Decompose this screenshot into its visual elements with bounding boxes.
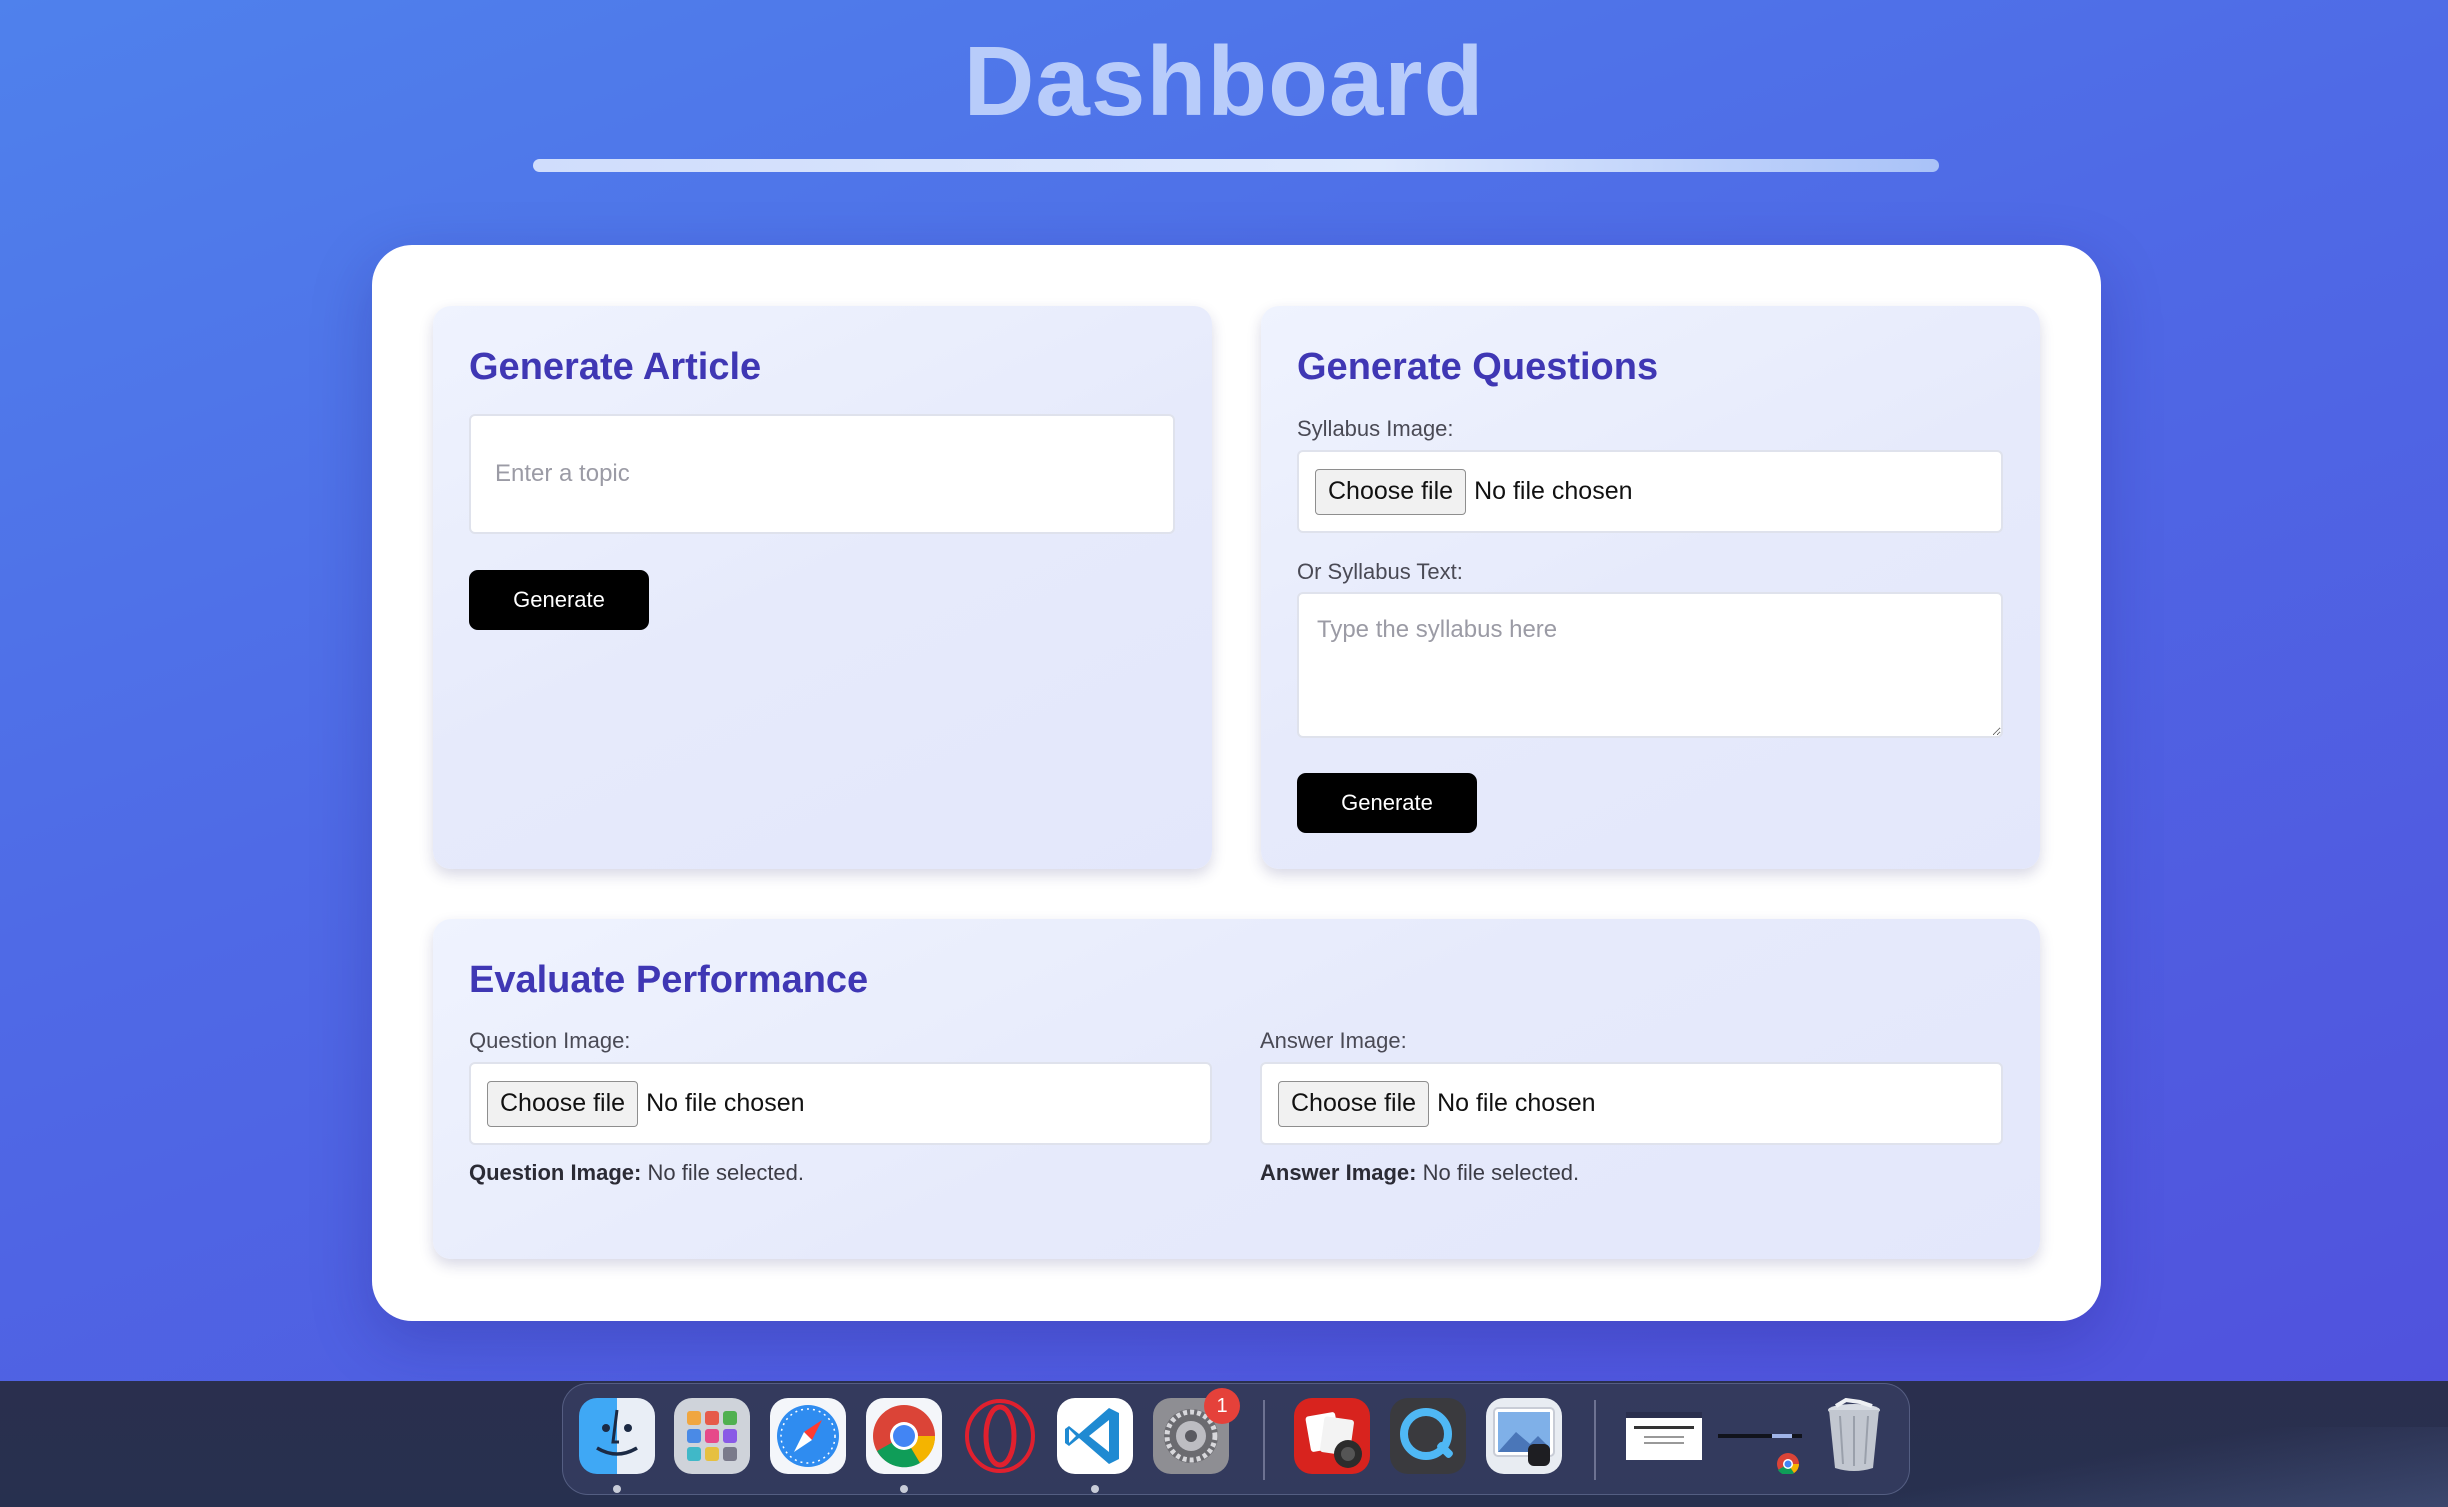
trash-icon[interactable] <box>1816 1398 1892 1474</box>
syllabus-image-file-input[interactable]: Choose file No file chosen <box>1297 450 2003 533</box>
opera-icon[interactable] <box>962 1398 1038 1474</box>
generate-article-button[interactable]: Generate <box>469 570 649 630</box>
main-card: Generate Article Generate Generate Quest… <box>372 245 2101 1321</box>
photo-booth-icon[interactable] <box>1294 1398 1370 1474</box>
answer-selected-label: Answer Image: <box>1260 1160 1417 1185</box>
finder-running-dot <box>613 1485 621 1493</box>
evaluate-performance-title: Evaluate Performance <box>469 959 869 1001</box>
chrome-running-dot <box>900 1485 908 1493</box>
dock-separator <box>1594 1400 1596 1480</box>
syllabus-file-status: No file chosen <box>1474 477 1633 505</box>
answer-selected-value: No file selected. <box>1422 1160 1580 1185</box>
question-selected-label: Question Image: <box>469 1160 642 1185</box>
question-image-file-input[interactable]: Choose file No file chosen <box>469 1062 1212 1145</box>
safari-icon[interactable] <box>770 1398 846 1474</box>
topic-input[interactable] <box>469 414 1175 534</box>
answer-image-label: Answer Image: <box>1260 1028 1407 1053</box>
generate-article-panel: Generate Article Generate <box>433 306 1212 869</box>
window-thumbnail-icon[interactable] <box>1624 1398 1704 1474</box>
question-image-label: Question Image: <box>469 1028 631 1053</box>
vscode-running-dot <box>1091 1485 1099 1493</box>
answer-image-file-input[interactable]: Choose file No file chosen <box>1260 1062 2003 1145</box>
generate-questions-panel: Generate Questions Syllabus Image: Choos… <box>1261 306 2040 869</box>
syllabus-textarea[interactable] <box>1297 592 2003 738</box>
evaluate-performance-panel: Evaluate Performance Question Image: Cho… <box>433 919 2040 1259</box>
question-choose-file-button[interactable]: Choose file <box>487 1080 639 1127</box>
question-selected-status: Question Image: No file selected. <box>469 1160 804 1186</box>
question-file-status: No file chosen <box>646 1089 805 1117</box>
settings-notification-badge: 1 <box>1204 1388 1240 1424</box>
vscode-icon[interactable] <box>1057 1398 1133 1474</box>
dock-separator <box>1263 1400 1265 1480</box>
answer-selected-status: Answer Image: No file selected. <box>1260 1160 1579 1186</box>
syllabus-image-label: Syllabus Image: <box>1297 416 1454 441</box>
chrome-window-thumbnail-icon[interactable] <box>1716 1398 1804 1474</box>
quicktime-icon[interactable] <box>1390 1398 1466 1474</box>
preview-icon[interactable] <box>1486 1398 1562 1474</box>
syllabus-choose-file-button[interactable]: Choose file <box>1315 468 1467 515</box>
chrome-icon[interactable] <box>866 1398 942 1474</box>
answer-file-status: No file chosen <box>1437 1089 1596 1117</box>
answer-choose-file-button[interactable]: Choose file <box>1278 1080 1430 1127</box>
question-selected-value: No file selected. <box>647 1160 805 1185</box>
page-title: Dashboard <box>963 26 1485 136</box>
launchpad-icon[interactable] <box>674 1398 750 1474</box>
syllabus-text-label: Or Syllabus Text: <box>1297 559 1463 584</box>
title-underline <box>533 159 1939 172</box>
generate-questions-button[interactable]: Generate <box>1297 773 1477 833</box>
generate-article-title: Generate Article <box>469 346 762 388</box>
finder-icon[interactable] <box>579 1398 655 1474</box>
generate-questions-title: Generate Questions <box>1297 346 1659 388</box>
